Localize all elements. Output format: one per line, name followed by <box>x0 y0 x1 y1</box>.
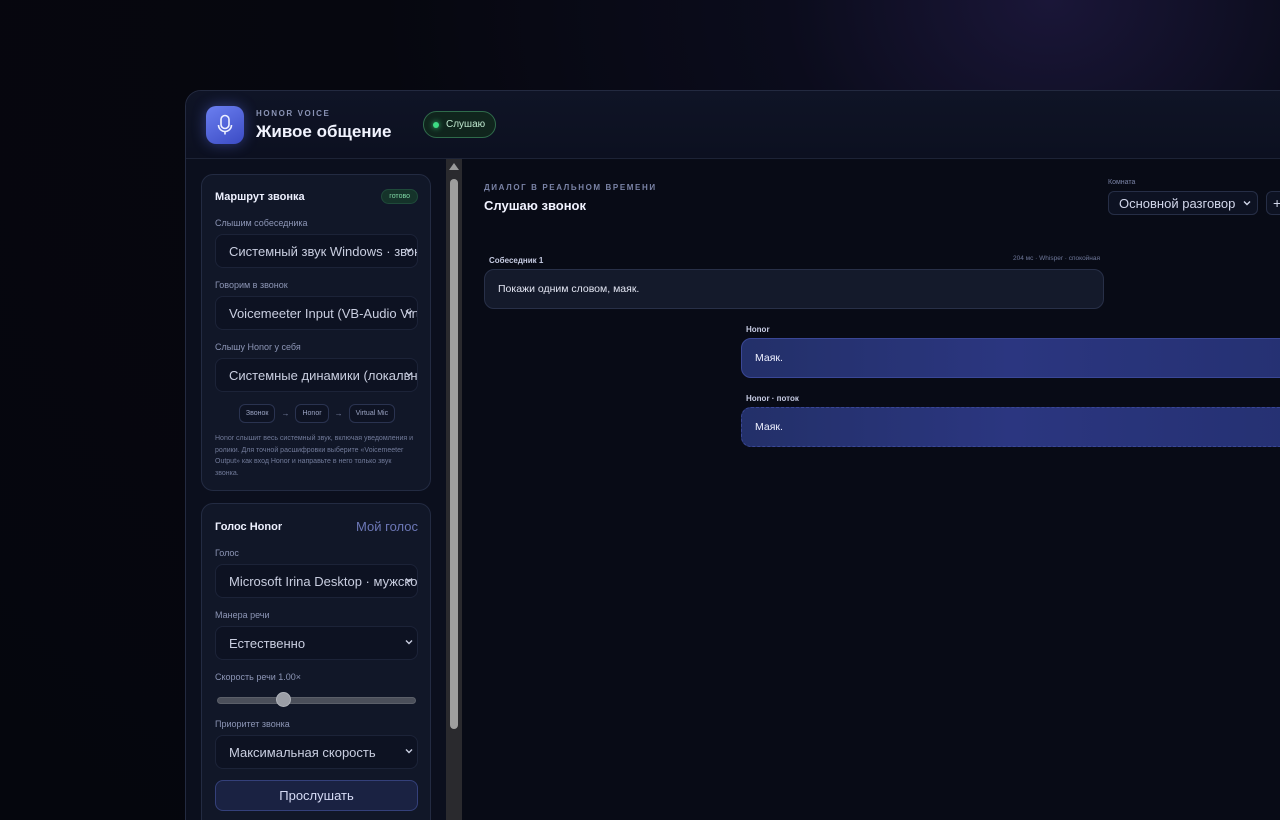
room-label: Комната <box>1108 179 1136 186</box>
manner-select-value: Естественно <box>229 635 306 651</box>
status-dot-icon <box>433 121 439 128</box>
room-select[interactable]: Основной разговор <box>1108 191 1258 215</box>
message-meta: 204 мс · Whisper · спокойная <box>1013 255 1101 262</box>
arrow-right-icon: → <box>334 409 343 418</box>
page-title: Живое общение <box>256 122 392 141</box>
message-bubble-honor: Маяк. <box>741 338 1280 378</box>
sidebar-scrollbar[interactable] <box>446 159 462 820</box>
speak-label: Говорим в звонок <box>215 280 288 290</box>
manner-label: Манера речи <box>215 610 270 620</box>
add-room-button[interactable]: + <box>1266 191 1280 215</box>
status-text: Слушаю <box>446 119 486 130</box>
route-diagram: Звонок → Honor → Virtual Mic <box>202 404 432 423</box>
message-sender: Собеседник 1 <box>489 256 544 265</box>
chevron-down-icon <box>405 372 413 377</box>
my-voice-link[interactable]: Мой голос <box>356 519 418 534</box>
message-bubble-user: Покажи одним словом, маяк. <box>484 269 1104 309</box>
voice-select[interactable]: Microsoft Irina Desktop · мужской <box>215 564 418 598</box>
monitor-select-value: Системные динамики (локально) <box>229 367 418 383</box>
room-select-value: Основной разговор <box>1119 195 1236 211</box>
message-sender: Honor <box>746 325 770 334</box>
hear-label: Слышим собеседника <box>215 218 308 228</box>
speed-slider-track[interactable] <box>217 697 416 704</box>
scroll-thumb[interactable] <box>450 179 458 729</box>
route-note: Honor слышит весь системный звук, включа… <box>215 435 414 477</box>
chevron-down-icon <box>405 578 413 583</box>
chevron-down-icon <box>405 310 413 315</box>
speak-select[interactable]: Voicemeeter Input (VB-Audio Virtual Cabl… <box>215 296 418 330</box>
route-chip-virtual-mic: Virtual Mic <box>348 404 396 423</box>
app-header: HONOR VOICE Живое общение Слушаю <box>186 91 1280 159</box>
chevron-down-icon <box>1243 201 1251 206</box>
message-sender: Honor · поток <box>746 394 799 403</box>
voice-card-title: Голос Honor <box>215 521 283 533</box>
voice-select-value: Microsoft Irina Desktop · мужской <box>229 573 418 589</box>
priority-select[interactable]: Максимальная скорость <box>215 735 418 769</box>
speed-slider-thumb[interactable] <box>276 692 291 707</box>
speed-label: Скорость речи 1.00× <box>215 672 302 682</box>
ready-badge: готово <box>381 189 418 204</box>
arrow-right-icon: → <box>281 409 290 418</box>
brand-name: HONOR VOICE <box>256 109 331 118</box>
monitor-label: Слышу Honor у себя <box>215 342 301 352</box>
chevron-down-icon <box>405 640 413 645</box>
route-card-title: Маршрут звонка <box>215 191 305 203</box>
voice-label: Голос <box>215 548 239 558</box>
app-window: HONOR VOICE Живое общение Слушаю Маршрут… <box>185 90 1280 820</box>
microphone-icon <box>206 106 244 144</box>
dialog-panel: ДИАЛОГ В РЕАЛЬНОМ ВРЕМЕНИ Слушаю звонок … <box>462 159 1280 820</box>
priority-label: Приоритет звонка <box>215 719 290 729</box>
sidebar: Маршрут звонка готово Слышим собеседника… <box>186 159 446 820</box>
voice-card: Голос Honor Мой голос Голос Microsoft Ir… <box>201 503 431 820</box>
scroll-up-icon[interactable] <box>449 163 459 170</box>
priority-select-value: Максимальная скорость <box>229 744 376 760</box>
route-chip-honor: Honor <box>295 404 329 423</box>
monitor-select[interactable]: Системные динамики (локально) <box>215 358 418 392</box>
hear-select[interactable]: Системный звук Windows · звонок <box>215 234 418 268</box>
dialog-title: Слушаю звонок <box>484 198 587 213</box>
chevron-down-icon <box>405 749 413 754</box>
message-bubble-honor-stream: Маяк. <box>741 407 1280 447</box>
route-card: Маршрут звонка готово Слышим собеседника… <box>201 174 431 491</box>
route-chip-call: Звонок <box>238 404 276 423</box>
status-badge: Слушаю <box>423 111 497 138</box>
listen-button[interactable]: Прослушать <box>215 780 418 811</box>
manner-select[interactable]: Естественно <box>215 626 418 660</box>
hear-select-value: Системный звук Windows · звонок <box>229 243 418 259</box>
speak-select-value: Voicemeeter Input (VB-Audio Virtual Cabl… <box>229 305 417 321</box>
chevron-down-icon <box>405 248 413 253</box>
dialog-kicker: ДИАЛОГ В РЕАЛЬНОМ ВРЕМЕНИ <box>484 183 657 192</box>
